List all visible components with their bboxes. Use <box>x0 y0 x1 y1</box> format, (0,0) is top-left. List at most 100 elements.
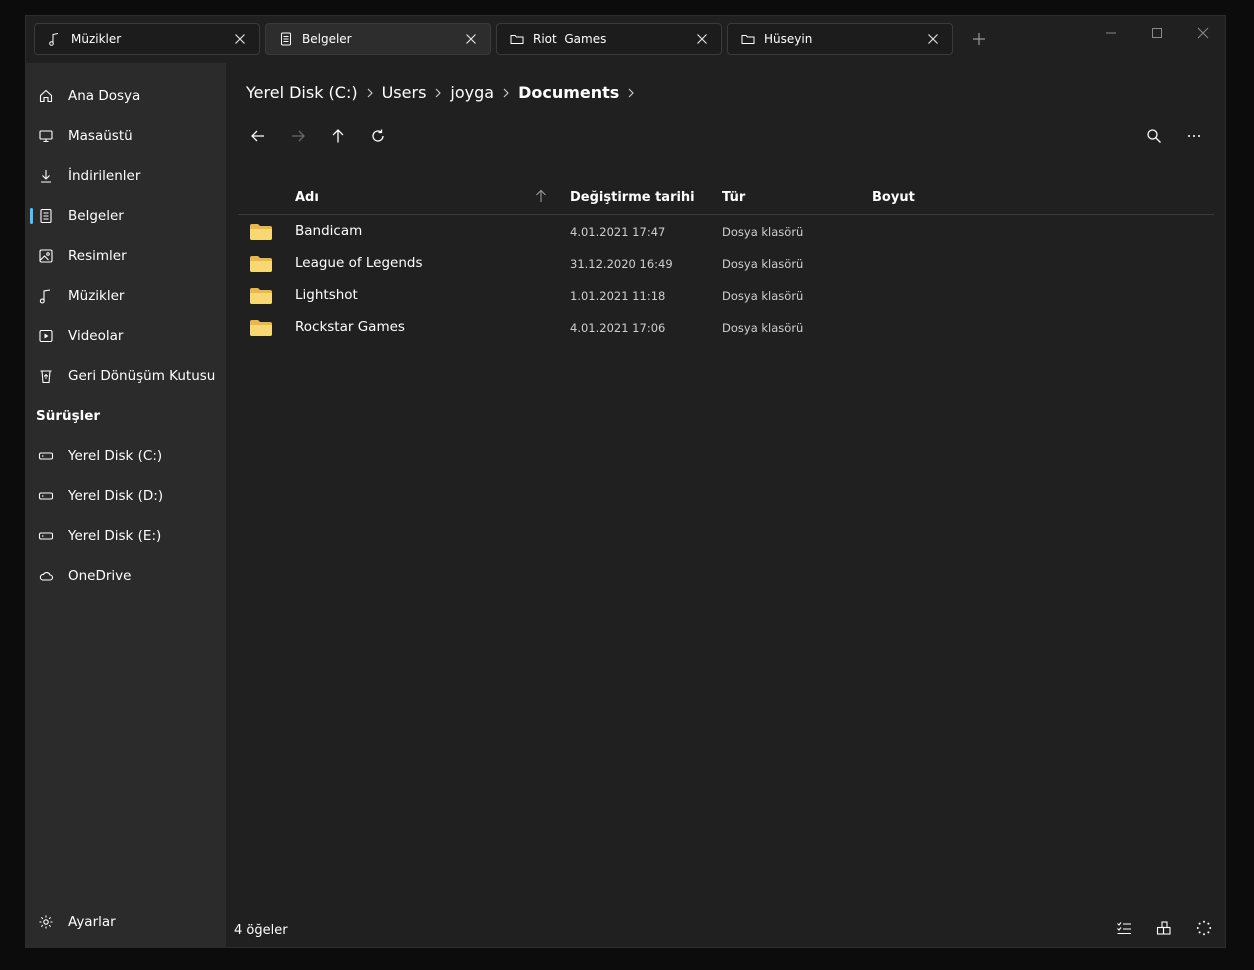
sidebar-item-recycle-bin[interactable]: Geri Dönüşüm Kutusu <box>30 358 222 394</box>
close-icon[interactable] <box>926 32 940 46</box>
sidebar-item-onedrive[interactable]: OneDrive <box>30 558 222 594</box>
sidebar-item-downloads[interactable]: İndirilenler <box>30 158 222 194</box>
breadcrumb-item[interactable]: Users <box>382 83 427 102</box>
sidebar-item-label: OneDrive <box>68 568 132 584</box>
drive-icon <box>38 488 54 504</box>
file-name: Lightshot <box>295 287 358 303</box>
sidebar-item-drive-c[interactable]: Yerel Disk (C:) <box>30 438 222 474</box>
file-modified: 4.01.2021 17:47 <box>570 225 666 239</box>
file-type: Dosya klasörü <box>722 225 804 239</box>
video-icon <box>38 328 54 344</box>
details-view-button[interactable] <box>1115 919 1133 937</box>
breadcrumb-current[interactable]: Documents <box>518 83 619 102</box>
picture-icon <box>38 248 54 264</box>
sidebar-item-label: Müzikler <box>68 288 125 304</box>
close-icon[interactable] <box>233 32 247 46</box>
more-icon <box>1186 128 1202 144</box>
forward-button[interactable] <box>286 124 310 148</box>
sort-ascending-icon[interactable] <box>534 189 548 203</box>
column-header-name[interactable]: Adı <box>295 190 319 205</box>
grid-view-button[interactable] <box>1155 919 1173 937</box>
sidebar-item-drive-e[interactable]: Yerel Disk (E:) <box>30 518 222 554</box>
file-row[interactable]: Lightshot 1.01.2021 11:18 Dosya klasörü <box>238 279 1214 311</box>
sidebar: Ana Dosya Masaüstü İndirilenler Belgeler <box>26 63 226 947</box>
sidebar-item-videos[interactable]: Videolar <box>30 318 222 354</box>
sidebar-item-label: Masaüstü <box>68 128 133 144</box>
refresh-icon <box>370 128 386 144</box>
chevron-right-icon[interactable] <box>627 88 635 98</box>
sidebar-item-label: Ana Dosya <box>68 88 141 104</box>
breadcrumb-item[interactable]: Yerel Disk (C:) <box>246 83 358 102</box>
breadcrumb-item[interactable]: joyga <box>450 83 494 102</box>
sidebar-item-label: Belgeler <box>68 208 124 224</box>
folder-icon <box>250 288 272 304</box>
music-note-icon <box>48 32 62 46</box>
tab-belgeler[interactable]: Belgeler <box>265 23 491 55</box>
sidebar-item-music[interactable]: Müzikler <box>30 278 222 314</box>
tab-riot-games[interactable]: Riot Games <box>496 23 722 55</box>
music-note-icon <box>38 288 54 304</box>
column-header-type[interactable]: Tür <box>722 190 745 205</box>
file-type: Dosya klasörü <box>722 321 804 335</box>
file-modified: 1.01.2021 11:18 <box>570 289 666 303</box>
loading-spinner-icon <box>1196 920 1212 936</box>
new-tab-button[interactable] <box>970 30 988 48</box>
drives-section-header: Sürüşler <box>36 408 101 424</box>
file-name: Rockstar Games <box>295 319 405 335</box>
title-bar: Müzikler Belgeler Riot Games Hüseyin <box>26 16 1225 63</box>
search-button[interactable] <box>1142 124 1166 148</box>
sidebar-item-home[interactable]: Ana Dosya <box>30 78 222 114</box>
folder-icon <box>250 256 272 272</box>
chevron-right-icon <box>434 88 442 98</box>
home-icon <box>38 88 54 104</box>
file-type: Dosya klasörü <box>722 257 804 271</box>
sidebar-item-documents[interactable]: Belgeler <box>30 198 222 234</box>
sidebar-item-label: Ayarlar <box>68 914 116 930</box>
file-row[interactable]: League of Legends 31.12.2020 16:49 Dosya… <box>238 247 1214 279</box>
column-header-modified[interactable]: Değiştirme tarihi <box>570 190 695 205</box>
sidebar-item-label: Yerel Disk (D:) <box>68 488 164 504</box>
close-window-icon[interactable] <box>1195 25 1211 41</box>
tab-label: Belgeler <box>302 32 352 46</box>
file-explorer-window: Müzikler Belgeler Riot Games Hüseyin Ana… <box>25 15 1226 948</box>
sidebar-item-settings[interactable]: Ayarlar <box>30 904 222 940</box>
gear-icon <box>38 914 54 930</box>
folder-icon <box>250 320 272 336</box>
more-options-button[interactable] <box>1182 124 1206 148</box>
tab-muzikler[interactable]: Müzikler <box>34 23 260 55</box>
main-content: Yerel Disk (C:) Users joyga Documents Ad… <box>226 63 1225 947</box>
cloud-icon <box>38 568 54 584</box>
close-icon[interactable] <box>695 32 709 46</box>
arrow-up-icon <box>330 128 346 144</box>
document-icon <box>38 208 54 224</box>
file-modified: 31.12.2020 16:49 <box>570 257 673 271</box>
sidebar-item-label: Geri Dönüşüm Kutusu <box>68 368 216 384</box>
column-header-size[interactable]: Boyut <box>872 190 915 205</box>
file-name: Bandicam <box>295 223 363 239</box>
download-icon <box>38 168 54 184</box>
up-button[interactable] <box>326 124 350 148</box>
tab-label: Riot Games <box>533 32 607 46</box>
back-button[interactable] <box>246 124 270 148</box>
sidebar-item-drive-d[interactable]: Yerel Disk (D:) <box>30 478 222 514</box>
sidebar-item-label: Videolar <box>68 328 124 344</box>
sidebar-item-label: Yerel Disk (E:) <box>68 528 162 544</box>
folder-icon <box>250 224 272 240</box>
file-row[interactable]: Bandicam 4.01.2021 17:47 Dosya klasörü <box>238 215 1214 247</box>
recycle-bin-icon <box>38 368 54 384</box>
file-row[interactable]: Rockstar Games 4.01.2021 17:06 Dosya kla… <box>238 311 1214 343</box>
loading-status-button[interactable] <box>1195 919 1213 937</box>
close-icon[interactable] <box>464 32 478 46</box>
file-name: League of Legends <box>295 255 423 271</box>
sidebar-item-pictures[interactable]: Resimler <box>30 238 222 274</box>
breadcrumb: Yerel Disk (C:) Users joyga Documents <box>246 83 643 102</box>
minimize-icon[interactable] <box>1103 25 1119 41</box>
search-icon <box>1146 128 1162 144</box>
file-modified: 4.01.2021 17:06 <box>570 321 666 335</box>
sidebar-item-desktop[interactable]: Masaüstü <box>30 118 222 154</box>
arrow-left-icon <box>250 128 266 144</box>
refresh-button[interactable] <box>366 124 390 148</box>
maximize-icon[interactable] <box>1149 25 1165 41</box>
folder-icon <box>510 32 524 46</box>
tab-huseyin[interactable]: Hüseyin <box>727 23 953 55</box>
